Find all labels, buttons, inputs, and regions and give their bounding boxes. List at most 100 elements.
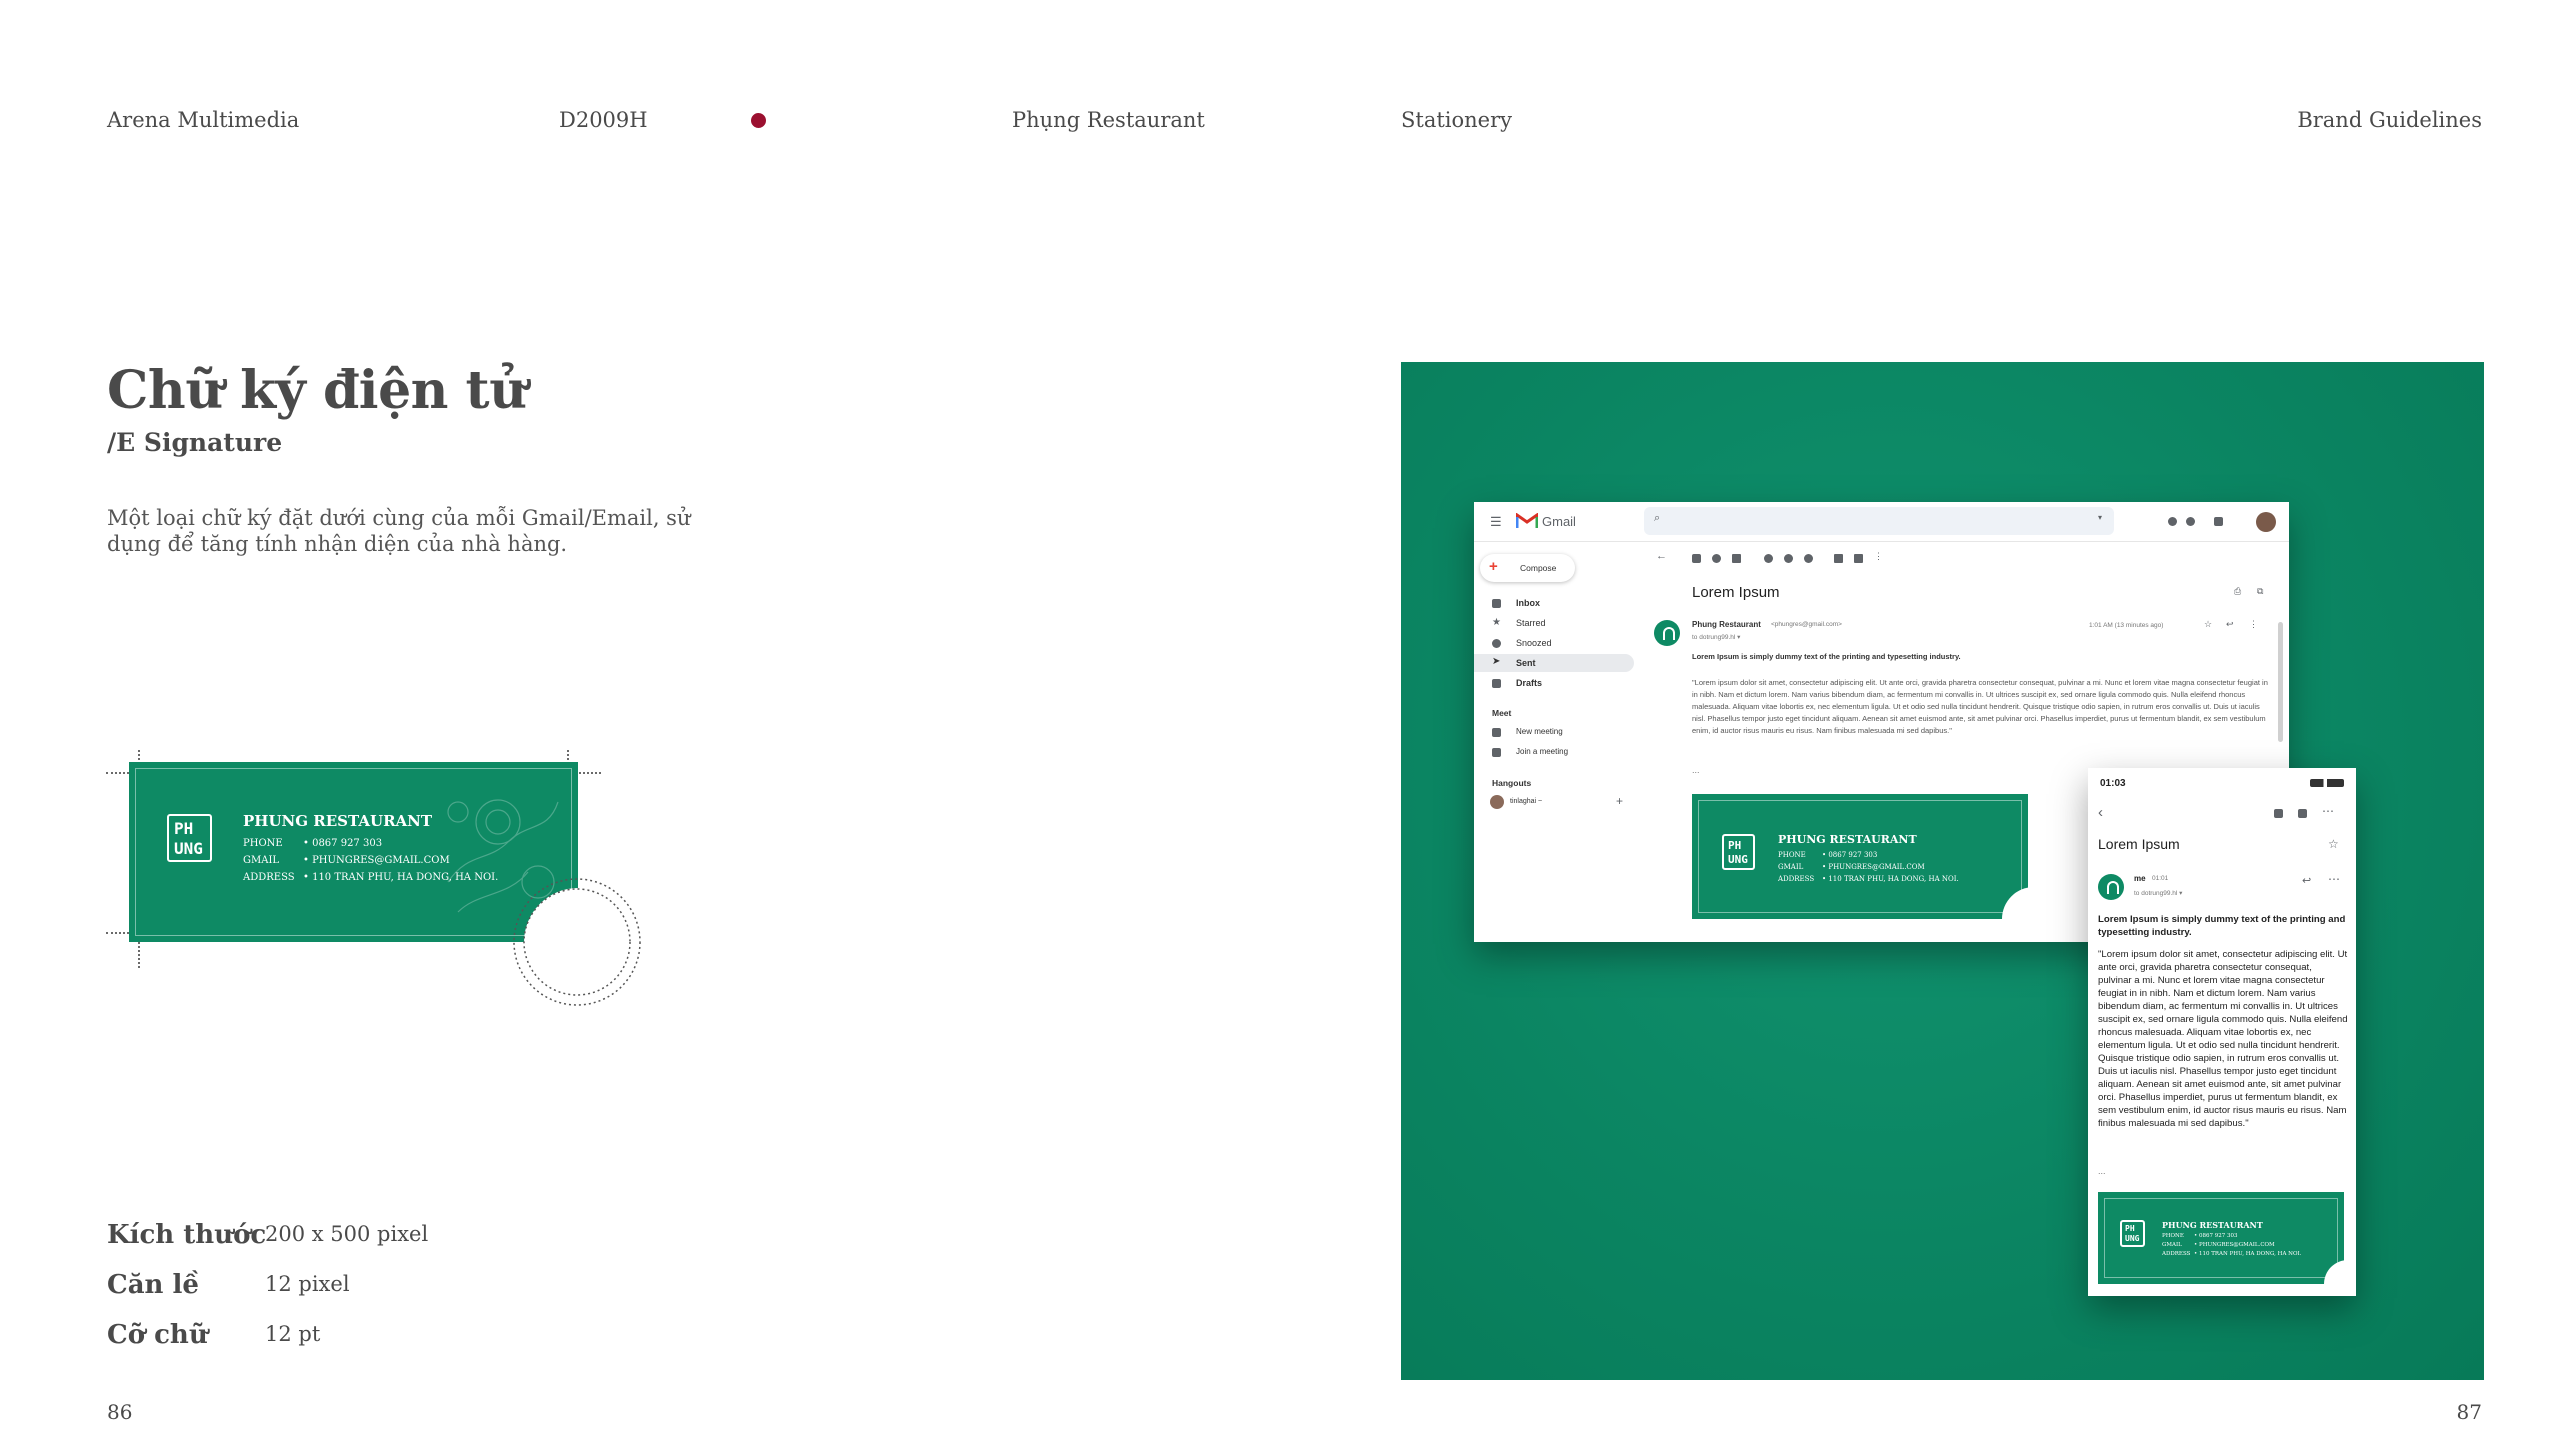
mobile-body: "Lorem ipsum dolor sit amet, consectetur… [2098, 949, 2348, 1129]
star-icon[interactable]: ☆ [2204, 619, 2212, 630]
sender-avatar [1654, 620, 1680, 646]
hangouts-title: Hangouts [1492, 778, 1532, 788]
mobile-signature-logo-icon: PH UNG [2120, 1220, 2145, 1247]
snooze-icon[interactable] [1784, 554, 1793, 563]
header-section: Stationery [1401, 108, 1512, 132]
mobile-signature-phone-value: • 0867 927 303 [2194, 1233, 2238, 1239]
corner-radius-guide-icon [513, 878, 641, 1006]
mobile-back-icon[interactable]: ‹ [2098, 804, 2103, 821]
label-icon[interactable] [1854, 554, 1863, 563]
more-icon[interactable]: ⋮ [1874, 551, 1883, 562]
report-spam-icon[interactable] [1712, 554, 1721, 563]
compose-button[interactable]: + Compose [1480, 554, 1575, 582]
mobile-signature-address-value: • 110 TRAN PHU, HA DONG, HA NOI. [2194, 1251, 2302, 1257]
phung-logo-icon: PH UNG [167, 814, 212, 862]
gmail-signature-gmail-value: • PHUNGRES@GMAIL.COM [1822, 863, 1925, 871]
nav-sent[interactable]: Sent [1516, 658, 1536, 668]
add-task-icon[interactable] [1804, 554, 1813, 563]
mobile-signature-name: PHUNG RESTAURANT [2162, 1220, 2263, 1230]
hangouts-add-icon[interactable]: + [1616, 794, 1623, 808]
mobile-star-icon[interactable]: ☆ [2328, 837, 2339, 851]
mobile-sender-time: 01:01 [2152, 875, 2169, 882]
sender-email: <phungres@gmail.com> [1771, 621, 1842, 628]
account-avatar[interactable] [2256, 512, 2276, 532]
search-icon: ⌕ [1654, 512, 1661, 524]
nav-snoozed[interactable]: Snoozed [1516, 638, 1552, 648]
mobile-signature-address-label: ADDRESS [2162, 1251, 2191, 1257]
recipient-line[interactable]: to dotrung99.hl ▾ [1692, 633, 1740, 641]
archive-icon[interactable] [1692, 554, 1701, 563]
mobile-subject: Lorem Ipsum [2098, 836, 2180, 852]
mockup-panel: ☰ Gmail ⌕ ▾ + Compose Inbox ★ Starred Sn… [1401, 362, 2484, 1380]
search-options-icon[interactable]: ▾ [2098, 513, 2102, 522]
email-lead: Lorem Ipsum is simply dummy text of the … [1692, 652, 1961, 661]
starred-icon: ★ [1492, 617, 1501, 628]
gmail-search-bar[interactable]: ⌕ ▾ [1644, 507, 2114, 535]
back-arrow-icon[interactable]: ← [1656, 550, 1667, 562]
mobile-mail-icon[interactable] [2298, 809, 2307, 818]
mobile-signature-card: PH UNG PHUNG RESTAURANT PHONE • 0867 927… [2098, 1192, 2344, 1284]
mobile-signature-gmail-value: • PHUNGRES@GMAIL.COM [2194, 1242, 2275, 1248]
meet-title: Meet [1492, 708, 1512, 718]
reply-icon[interactable]: ↩ [2226, 619, 2234, 630]
mobile-mail-mockup: 01:03 ‹ ⋯ Lorem Ipsum ☆ me 01:01 to dotr… [2088, 768, 2356, 1296]
settings-icon[interactable] [2186, 517, 2195, 526]
gmail-signature-phone-value: • 0867 927 303 [1822, 851, 1878, 859]
gmail-signature-gmail-label: GMAIL [1778, 863, 1804, 871]
header-accent-dot [751, 113, 766, 128]
meet-new-meeting[interactable]: New meeting [1516, 727, 1563, 736]
hangouts-user[interactable]: tinlaghai ~ [1510, 798, 1542, 805]
mobile-recipient[interactable]: to dotrung99.hl ▾ [2134, 889, 2182, 897]
compose-plus-icon: + [1489, 558, 1498, 575]
menu-icon[interactable]: ☰ [1490, 514, 1502, 530]
mobile-lead: Lorem Ipsum is simply dummy text of the … [2098, 914, 2346, 938]
page-description: Một loại chữ ký đặt dưới cùng của mỗi Gm… [107, 506, 691, 556]
spec-size-label: Kích thước [107, 1220, 267, 1250]
nav-starred[interactable]: Starred [1516, 618, 1546, 628]
gmail-signature-phone-label: PHONE [1778, 851, 1806, 859]
mobile-ellipsis[interactable]: ... [2098, 1166, 2106, 1176]
signature-diagram: PH UNG PHUNG RESTAURANT PHONE • 0867 927… [100, 740, 660, 1010]
spec-font-size-value: 12 pt [265, 1322, 321, 1346]
signature-gmail-label: GMAIL [243, 855, 280, 866]
compose-label: Compose [1520, 563, 1557, 573]
mobile-delete-icon[interactable] [2274, 809, 2283, 818]
signature-phone-value: • 0867 927 303 [303, 838, 383, 849]
help-icon[interactable] [2168, 517, 2177, 526]
meet-join-meeting[interactable]: Join a meeting [1516, 747, 1568, 756]
email-more-icon[interactable]: ⋮ [2249, 619, 2258, 630]
signature-address-label: ADDRESS [243, 872, 295, 883]
keyboard-icon [1492, 748, 1501, 757]
header-class-code: D2009H [559, 108, 648, 132]
spec-margin-value: 12 pixel [265, 1272, 350, 1296]
nav-inbox[interactable]: Inbox [1516, 598, 1540, 608]
mobile-status-icons [2310, 779, 2344, 787]
move-to-icon[interactable] [1834, 554, 1843, 563]
delete-icon[interactable] [1732, 554, 1741, 563]
signature-address-value: • 110 TRAN PHU, HA DONG, HA NOI. [303, 872, 499, 883]
apps-icon[interactable] [2214, 517, 2223, 526]
signature-card: PH UNG PHUNG RESTAURANT PHONE • 0867 927… [129, 762, 578, 942]
page-number-left: 86 [107, 1400, 133, 1424]
mobile-email-more-icon[interactable]: ⋯ [2328, 872, 2340, 886]
drafts-icon [1492, 679, 1501, 688]
mark-unread-icon[interactable] [1764, 554, 1773, 563]
gmail-signature-address-value: • 110 TRAN PHU, HA DONG, HA NOI. [1822, 875, 1959, 883]
gmail-signature-card: PH UNG PHUNG RESTAURANT PHONE • 0867 927… [1692, 794, 2028, 919]
mobile-more-icon[interactable]: ⋯ [2322, 804, 2334, 818]
signature-gmail-value: • PHUNGRES@GMAIL.COM [303, 855, 450, 866]
email-ellipsis[interactable]: ... [1692, 765, 1700, 775]
mobile-sender-name: me [2134, 874, 2146, 883]
open-new-window-icon[interactable]: ⧉ [2257, 586, 2263, 597]
spec-size-value: 200 x 500 pixel [265, 1222, 429, 1246]
page-number-right: 87 [2456, 1400, 2482, 1424]
print-icon[interactable]: ⎙ [2234, 586, 2241, 597]
inbox-icon [1492, 599, 1501, 608]
gmail-scrollbar[interactable] [2278, 622, 2283, 742]
mobile-reply-icon[interactable]: ↩ [2302, 874, 2311, 887]
mobile-signature-gmail-label: GMAIL [2162, 1242, 2182, 1248]
mobile-signature-phone-label: PHONE [2162, 1233, 2184, 1239]
signature-name: PHUNG RESTAURANT [243, 812, 433, 830]
gmail-signature-address-label: ADDRESS [1778, 875, 1815, 883]
nav-drafts[interactable]: Drafts [1516, 678, 1542, 688]
